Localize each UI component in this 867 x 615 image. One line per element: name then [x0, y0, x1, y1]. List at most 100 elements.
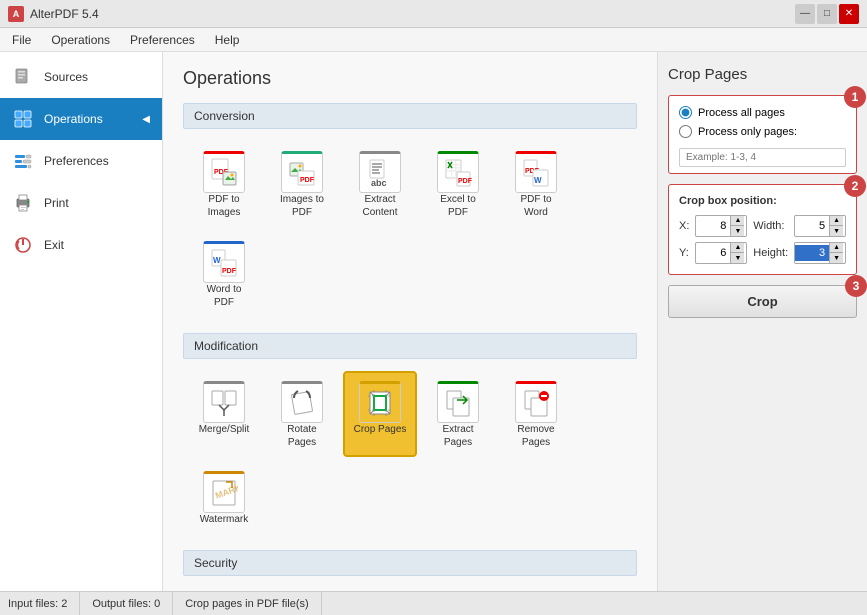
merge-split-label: Merge/Split [199, 423, 250, 436]
x-spinner: ▲ ▼ [730, 216, 744, 236]
svg-text:PDF: PDF [300, 177, 315, 184]
width-spin-down[interactable]: ▼ [829, 226, 843, 236]
x-input-wrap: ▲ ▼ [695, 215, 747, 237]
y-input[interactable] [696, 245, 730, 261]
radio-only-pages[interactable]: Process only pages: [679, 125, 846, 138]
operations-icon [12, 108, 34, 130]
operations-label: Operations [44, 112, 103, 126]
preferences-label: Preferences [44, 154, 109, 168]
svg-text:W: W [213, 256, 221, 265]
sidebar-item-preferences[interactable]: Preferences [0, 140, 162, 182]
section-modification: Modification [183, 333, 637, 359]
crop-box-label: Crop box position: [679, 195, 846, 207]
remove-pages-icon [515, 381, 557, 423]
op-crop-pages[interactable]: Crop Pages [343, 371, 417, 457]
op-excel-to-pdf[interactable]: PDF Excel toPDF [421, 141, 495, 227]
x-label: X: [679, 220, 689, 232]
op-merge-split[interactable]: Merge/Split [187, 371, 261, 457]
word-to-pdf-label: Word toPDF [207, 283, 242, 309]
section-number-1: 1 [844, 86, 866, 108]
sources-label: Sources [44, 70, 88, 84]
menu-help[interactable]: Help [207, 31, 248, 49]
y-spin-up[interactable]: ▲ [730, 243, 744, 253]
main-layout: Sources Operations ◀ [0, 52, 867, 591]
close-button[interactable]: ✕ [839, 4, 859, 24]
pdf-to-word-icon: PDF W [515, 151, 557, 193]
images-to-pdf-label: Images toPDF [280, 193, 324, 219]
svg-text:PDF: PDF [458, 178, 472, 185]
height-spin-up[interactable]: ▲ [829, 243, 843, 253]
status-output: Output files: 0 [80, 592, 173, 615]
svg-text:abc: abc [371, 178, 387, 188]
menu-preferences[interactable]: Preferences [122, 31, 203, 49]
y-spin-down[interactable]: ▼ [730, 253, 744, 263]
maximize-button[interactable]: □ [817, 4, 837, 24]
op-decrypt[interactable]: Decrypt [265, 588, 339, 591]
exit-label: Exit [44, 238, 64, 252]
op-pdf-to-word[interactable]: PDF W PDF toWord [499, 141, 573, 227]
menu-file[interactable]: File [4, 31, 39, 49]
title-bar: A AlterPDF 5.4 — □ ✕ [0, 0, 867, 28]
height-label: Height: [753, 247, 788, 259]
preferences-icon [12, 150, 34, 172]
op-protect[interactable]: Protect [499, 588, 573, 591]
minimize-button[interactable]: — [795, 4, 815, 24]
sidebar-item-exit[interactable]: Exit [0, 224, 162, 266]
op-images-to-pdf[interactable]: PDF Images toPDF [265, 141, 339, 227]
status-bar: Input files: 2 Output files: 0 Crop page… [0, 591, 867, 615]
pages-input[interactable] [679, 148, 846, 167]
crop-pages-icon [359, 381, 401, 423]
content-area: Operations Conversion PDF PDF toImages [163, 52, 657, 591]
crop-button[interactable]: Crop [668, 285, 857, 318]
op-watermark[interactable]: MARK Watermark [187, 461, 261, 534]
print-icon [12, 192, 34, 214]
right-panel: Crop Pages 1 Process all pages Process o… [657, 52, 867, 591]
width-input-wrap: ▲ ▼ [794, 215, 846, 237]
sidebar-item-operations[interactable]: Operations ◀ [0, 98, 162, 140]
op-extract-content[interactable]: abc ExtractContent [343, 141, 417, 227]
radio-only-input[interactable] [679, 125, 692, 138]
x-spin-down[interactable]: ▼ [730, 226, 744, 236]
page-selection-section: 1 Process all pages Process only pages: [668, 95, 857, 174]
height-spin-down[interactable]: ▼ [829, 253, 843, 263]
pdf-to-word-label: PDF toWord [520, 193, 551, 219]
pdf-to-images-label: PDF toImages [208, 193, 241, 219]
app-icon: A [8, 6, 24, 22]
extract-pages-label: ExtractPages [442, 423, 473, 449]
sources-icon [12, 66, 34, 88]
remove-pages-label: RemovePages [517, 423, 554, 449]
op-extract-pages[interactable]: ExtractPages [421, 371, 495, 457]
width-label: Width: [753, 220, 788, 232]
y-input-wrap: ▲ ▼ [695, 242, 747, 264]
height-input-wrap: ▲ ▼ [794, 242, 846, 264]
radio-group: Process all pages Process only pages: [679, 106, 846, 167]
sidebar-item-sources[interactable]: Sources [0, 56, 162, 98]
crop-grid: X: ▲ ▼ Width: ▲ ▼ [679, 215, 846, 264]
x-input[interactable] [696, 218, 730, 234]
menu-operations[interactable]: Operations [43, 31, 118, 49]
op-sign[interactable]: Sign [421, 588, 495, 591]
radio-all-input[interactable] [679, 106, 692, 119]
width-spinner: ▲ ▼ [829, 216, 843, 236]
watermark-icon: MARK [203, 471, 245, 513]
sidebar-item-print[interactable]: Print [0, 182, 162, 224]
rotate-pages-label: RotatePages [287, 423, 316, 449]
y-label: Y: [679, 247, 689, 259]
op-change-metadata[interactable]: i ChangeMetadata [343, 588, 417, 591]
op-word-to-pdf[interactable]: W PDF Word toPDF [187, 231, 261, 317]
menu-bar: File Operations Preferences Help [0, 28, 867, 52]
width-input[interactable] [795, 218, 829, 234]
x-spin-up[interactable]: ▲ [730, 216, 744, 226]
op-remove-pages[interactable]: RemovePages [499, 371, 573, 457]
height-spinner: ▲ ▼ [829, 243, 843, 263]
modification-grid: Merge/Split RotatePages [183, 371, 637, 534]
width-spin-up[interactable]: ▲ [829, 216, 843, 226]
op-encrypt[interactable]: Encrypt [187, 588, 261, 591]
section-security: Security [183, 550, 637, 576]
height-input[interactable] [795, 245, 829, 261]
radio-all-pages[interactable]: Process all pages [679, 106, 846, 119]
op-rotate-pages[interactable]: RotatePages [265, 371, 339, 457]
word-to-pdf-icon: W PDF [203, 241, 245, 283]
window-controls: — □ ✕ [795, 4, 859, 24]
op-pdf-to-images[interactable]: PDF PDF toImages [187, 141, 261, 227]
